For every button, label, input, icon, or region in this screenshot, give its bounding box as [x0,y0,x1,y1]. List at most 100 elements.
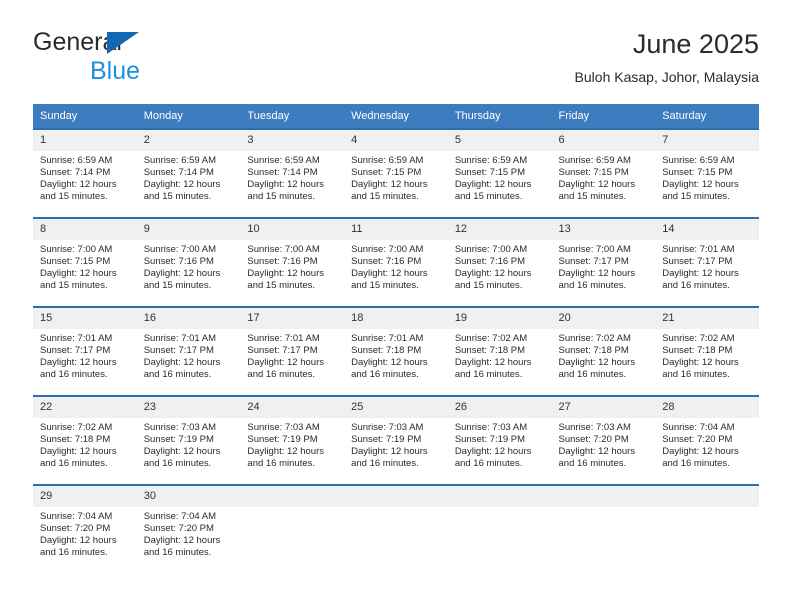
daylight-text: Daylight: 12 hours and 16 minutes. [662,446,739,470]
day-number: 24 [240,397,345,418]
day-cell[interactable]: 24 Sunrise: 7:03 AM Sunset: 7:19 PM Dayligh… [240,395,345,484]
day-sun-info: Sunrise: 7:03 AM Sunset: 7:19 PM Daylight:… [137,418,241,470]
sunset-text: Sunset: 7:16 PM [247,256,318,268]
weekday-header-saturday: Saturday [655,104,759,128]
calendar-cell: 13 Sunrise: 7:00 AM Sunset: 7:17 PM Dayligh… [551,217,656,306]
sunrise-text: Sunrise: 7:04 AM [40,511,113,522]
day-sun-info: Sunrise: 6:59 AM Sunset: 7:14 PM Daylight:… [137,151,241,203]
sunset-text: Sunset: 7:19 PM [143,434,214,446]
calendar-cell: 16 Sunrise: 7:01 AM Sunset: 7:17 PM Dayligh… [136,306,241,395]
day-cell[interactable]: 10 Sunrise: 7:00 AM Sunset: 7:16 PM Dayligh… [240,217,345,306]
day-cell[interactable]: 7 Sunrise: 6:59 AM Sunset: 7:15 PM Daylight… [655,128,759,217]
day-cell[interactable]: 30 Sunrise: 7:04 AM Sunset: 7:20 PM Dayligh… [136,484,241,573]
day-number: 3 [240,130,345,151]
day-number: 1 [33,130,137,151]
day-sun-info: Sunrise: 6:59 AM Sunset: 7:15 PM Daylight:… [448,151,552,203]
day-cell[interactable]: 5 Sunrise: 6:59 AM Sunset: 7:15 PM Daylight… [447,128,552,217]
day-cell[interactable]: 16 Sunrise: 7:01 AM Sunset: 7:17 PM Dayligh… [136,306,241,395]
calendar-cell: 14 Sunrise: 7:01 AM Sunset: 7:17 PM Dayligh… [655,217,759,306]
calendar-cell: 7 Sunrise: 6:59 AM Sunset: 7:15 PM Daylight… [655,128,759,217]
day-sun-info: Sunrise: 6:59 AM Sunset: 7:14 PM Daylight:… [33,151,137,203]
day-cell[interactable]: 27 Sunrise: 7:03 AM Sunset: 7:20 PM Dayligh… [551,395,656,484]
calendar-week-row: 8 Sunrise: 7:00 AM Sunset: 7:15 PM Daylight… [33,217,759,306]
daylight-text: Daylight: 12 hours and 16 minutes. [247,446,324,470]
sunset-text: Sunset: 7:19 PM [351,434,422,446]
day-cell[interactable]: 26 Sunrise: 7:03 AM Sunset: 7:19 PM Dayligh… [447,395,552,484]
day-sun-info: Sunrise: 7:00 AM Sunset: 7:16 PM Daylight:… [344,240,448,292]
day-cell[interactable]: 6 Sunrise: 6:59 AM Sunset: 7:15 PM Daylight… [551,128,656,217]
calendar-cell: 3 Sunrise: 6:59 AM Sunset: 7:14 PM Daylight… [240,128,345,217]
day-sun-info: Sunrise: 7:01 AM Sunset: 7:17 PM Daylight:… [33,329,137,381]
day-cell[interactable]: 12 Sunrise: 7:00 AM Sunset: 7:16 PM Dayligh… [447,217,552,306]
day-number [551,486,656,507]
sunset-text: Sunset: 7:14 PM [40,167,111,179]
daylight-text: Daylight: 12 hours and 16 minutes. [351,357,428,381]
day-cell[interactable]: 17 Sunrise: 7:01 AM Sunset: 7:17 PM Dayligh… [240,306,345,395]
day-sun-info: Sunrise: 7:00 AM Sunset: 7:17 PM Daylight:… [552,240,656,292]
day-cell[interactable]: 3 Sunrise: 6:59 AM Sunset: 7:14 PM Daylight… [240,128,345,217]
day-cell[interactable]: 9 Sunrise: 7:00 AM Sunset: 7:16 PM Daylight… [136,217,241,306]
day-number [240,486,345,507]
day-cell[interactable]: 11 Sunrise: 7:00 AM Sunset: 7:16 PM Dayligh… [344,217,448,306]
day-cell-empty [655,484,759,573]
day-cell[interactable]: 14 Sunrise: 7:01 AM Sunset: 7:17 PM Dayligh… [655,217,759,306]
page-title: June 2025 [632,29,759,59]
day-cell[interactable]: 13 Sunrise: 7:00 AM Sunset: 7:17 PM Dayligh… [551,217,656,306]
day-cell[interactable]: 4 Sunrise: 6:59 AM Sunset: 7:15 PM Daylight… [344,128,448,217]
sunset-text: Sunset: 7:16 PM [351,256,422,268]
day-sun-info: Sunrise: 7:00 AM Sunset: 7:15 PM Daylight:… [33,240,137,292]
day-sun-info: Sunrise: 7:02 AM Sunset: 7:18 PM Daylight:… [448,329,552,381]
logo-triangle-icon [107,32,139,54]
day-sun-info: Sunrise: 7:02 AM Sunset: 7:18 PM Daylight:… [33,418,137,470]
sunset-text: Sunset: 7:17 PM [662,256,733,268]
day-sun-info: Sunrise: 7:01 AM Sunset: 7:17 PM Daylight:… [655,240,759,292]
day-sun-info: Sunrise: 7:00 AM Sunset: 7:16 PM Daylight:… [240,240,344,292]
daylight-text: Daylight: 12 hours and 16 minutes. [40,446,117,470]
daylight-text: Daylight: 12 hours and 15 minutes. [247,179,324,203]
day-number: 13 [551,219,656,240]
generalblue-logo[interactable]: General Blue [33,28,273,90]
calendar-cell: 29 Sunrise: 7:04 AM Sunset: 7:20 PM Dayligh… [33,484,137,573]
sunrise-text: Sunrise: 7:03 AM [143,422,217,433]
calendar-week-row: 22 Sunrise: 7:02 AM Sunset: 7:18 PM Dayligh… [33,395,759,484]
weekday-header-monday: Monday [136,104,241,128]
day-number: 9 [136,219,241,240]
weekday-header-wednesday: Wednesday [344,104,448,128]
day-cell[interactable]: 22 Sunrise: 7:02 AM Sunset: 7:18 PM Dayligh… [33,395,137,484]
sunrise-text: Sunrise: 7:00 AM [143,244,217,255]
daylight-text: Daylight: 12 hours and 16 minutes. [351,446,428,470]
day-cell[interactable]: 2 Sunrise: 6:59 AM Sunset: 7:14 PM Daylight… [136,128,241,217]
day-cell[interactable]: 29 Sunrise: 7:04 AM Sunset: 7:20 PM Dayligh… [33,484,137,573]
day-number: 10 [240,219,345,240]
day-number: 5 [447,130,552,151]
sunrise-text: Sunrise: 7:00 AM [351,244,424,255]
daylight-text: Daylight: 12 hours and 15 minutes. [454,268,532,292]
day-cell[interactable]: 19 Sunrise: 7:02 AM Sunset: 7:18 PM Dayligh… [447,306,552,395]
sunrise-text: Sunrise: 7:02 AM [40,422,113,433]
sunrise-text: Sunrise: 7:02 AM [454,333,528,344]
day-cell[interactable]: 23 Sunrise: 7:03 AM Sunset: 7:19 PM Dayligh… [136,395,241,484]
day-cell[interactable]: 18 Sunrise: 7:01 AM Sunset: 7:18 PM Dayligh… [344,306,448,395]
sunset-text: Sunset: 7:15 PM [351,167,422,179]
day-sun-info: Sunrise: 7:04 AM Sunset: 7:20 PM Daylight:… [33,507,137,559]
calendar-cell [344,484,448,573]
day-cell[interactable]: 20 Sunrise: 7:02 AM Sunset: 7:18 PM Dayligh… [551,306,656,395]
sunrise-text: Sunrise: 7:00 AM [247,244,320,255]
calendar-week-row: 1 Sunrise: 6:59 AM Sunset: 7:14 PM Daylight… [33,128,759,217]
day-cell-empty [447,484,552,573]
sunset-text: Sunset: 7:16 PM [454,256,526,268]
day-cell[interactable]: 1 Sunrise: 6:59 AM Sunset: 7:14 PM Daylight… [33,128,137,217]
sunrise-text: Sunrise: 7:01 AM [351,333,424,344]
day-cell[interactable]: 28 Sunrise: 7:04 AM Sunset: 7:20 PM Dayligh… [655,395,759,484]
day-sun-info: Sunrise: 7:02 AM Sunset: 7:18 PM Daylight:… [655,329,759,381]
sunset-text: Sunset: 7:19 PM [454,434,526,446]
calendar-cell: 8 Sunrise: 7:00 AM Sunset: 7:15 PM Daylight… [33,217,137,306]
day-cell[interactable]: 25 Sunrise: 7:03 AM Sunset: 7:19 PM Dayligh… [344,395,448,484]
calendar-cell: 30 Sunrise: 7:04 AM Sunset: 7:20 PM Dayligh… [136,484,241,573]
day-cell[interactable]: 15 Sunrise: 7:01 AM Sunset: 7:17 PM Dayligh… [33,306,137,395]
day-cell[interactable]: 8 Sunrise: 7:00 AM Sunset: 7:15 PM Daylight… [33,217,137,306]
day-sun-info: Sunrise: 7:01 AM Sunset: 7:17 PM Daylight:… [240,329,344,381]
logo-text-general: General [33,28,273,56]
day-cell[interactable]: 21 Sunrise: 7:02 AM Sunset: 7:18 PM Dayligh… [655,306,759,395]
day-number [655,486,759,507]
